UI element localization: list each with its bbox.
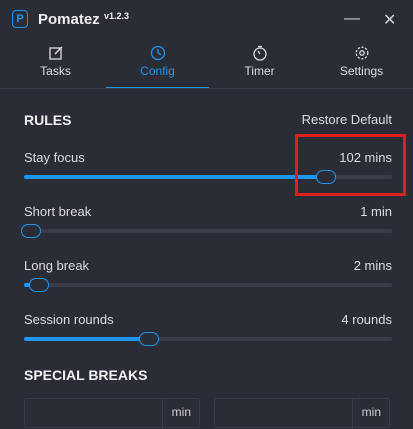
minimize-button[interactable]: — bbox=[344, 10, 360, 28]
close-button[interactable]: ✕ bbox=[383, 10, 396, 30]
highlight-annotation bbox=[295, 134, 406, 196]
stay-focus-label: Stay focus bbox=[24, 150, 85, 165]
tab-label: Config bbox=[140, 64, 175, 78]
tab-bar: Tasks Config Timer Settings bbox=[0, 38, 413, 89]
special-breaks-title: SPECIAL BREAKS bbox=[24, 367, 148, 383]
session-rounds-slider[interactable] bbox=[24, 332, 392, 346]
tab-timer[interactable]: Timer bbox=[208, 38, 311, 87]
long-break-slider[interactable] bbox=[24, 278, 392, 292]
short-break-slider[interactable] bbox=[21, 224, 392, 238]
divider bbox=[352, 399, 353, 429]
edit-icon bbox=[48, 46, 63, 60]
app-logo-icon: P bbox=[12, 10, 28, 28]
timer-icon bbox=[252, 45, 267, 61]
short-break-label: Short break bbox=[24, 204, 92, 219]
divider bbox=[162, 399, 163, 429]
special-break-time-input[interactable]: min bbox=[24, 398, 200, 429]
slider-handle[interactable] bbox=[21, 224, 42, 238]
slider-handle[interactable] bbox=[139, 332, 160, 346]
unit-label: min bbox=[171, 405, 191, 419]
unit-label: min bbox=[361, 405, 381, 419]
clock-icon bbox=[150, 45, 165, 61]
special-breaks-inputs: min min bbox=[24, 398, 392, 429]
session-rounds-label: Session rounds bbox=[24, 312, 114, 327]
tab-settings[interactable]: Settings bbox=[310, 38, 413, 87]
slider-handle[interactable] bbox=[28, 278, 49, 292]
special-break-duration-input[interactable]: min bbox=[214, 398, 390, 429]
title-bar: P Pomatez v1.2.3 — ✕ bbox=[0, 0, 413, 38]
tab-label: Settings bbox=[339, 64, 384, 78]
short-break-value: 1 min bbox=[360, 204, 392, 219]
long-break-value: 2 mins bbox=[353, 258, 392, 273]
app-version: v1.2.3 bbox=[104, 11, 130, 21]
long-break-label: Long break bbox=[24, 258, 90, 273]
gear-icon bbox=[355, 46, 368, 60]
tab-label: Timer bbox=[244, 64, 275, 78]
restore-default-button[interactable]: Restore Default bbox=[302, 112, 392, 127]
slider-fill bbox=[24, 175, 326, 179]
slider-fill bbox=[24, 337, 150, 341]
tab-label: Tasks bbox=[40, 64, 71, 78]
rules-title: RULES bbox=[24, 112, 72, 128]
tab-tasks[interactable]: Tasks bbox=[4, 38, 107, 87]
app-name: Pomatez bbox=[38, 11, 100, 28]
tab-config[interactable]: Config bbox=[106, 38, 209, 88]
session-rounds-value: 4 rounds bbox=[341, 312, 392, 327]
